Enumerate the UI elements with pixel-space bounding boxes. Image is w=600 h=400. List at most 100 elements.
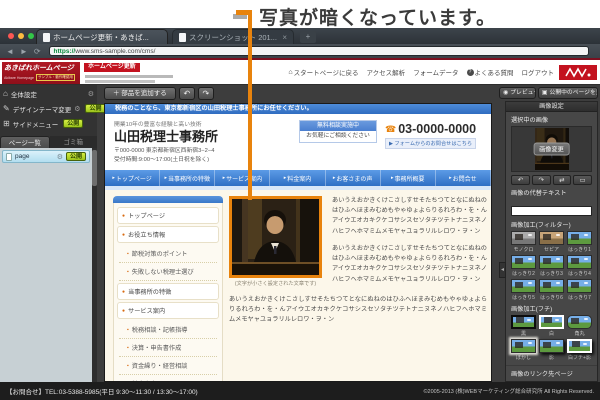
side-menu-item[interactable]: ● 当事務所の特徴 xyxy=(117,283,219,300)
sidebar-item[interactable]: ✎ デザインテーマ変更 ⚙ 公開 xyxy=(3,102,94,115)
side-menu-item-label: お役立ち情報 xyxy=(128,230,165,239)
url-text: www.sms-sample.com/cms/ xyxy=(75,48,155,55)
new-tab-button[interactable]: + xyxy=(300,31,316,43)
sidebar-item[interactable]: ⌂ 全体設定 ⚙ xyxy=(3,87,94,100)
dark-portrait-photo xyxy=(232,199,319,275)
filter-option[interactable]: モノクロ xyxy=(511,231,536,253)
forward-icon[interactable]: ► xyxy=(20,47,28,56)
sidebar-item[interactable]: ⊞ サイドメニュー 公開 xyxy=(3,117,94,130)
site-nav-item[interactable]: ▸ 事務所概要 xyxy=(381,170,436,186)
site-title: 山田税理士事務所 xyxy=(114,126,218,145)
site-nav-item[interactable]: ▸ サービス案内 xyxy=(215,170,270,186)
publish-button[interactable]: 公開 xyxy=(66,152,86,161)
side-menu-item[interactable]: ● トップページ xyxy=(117,207,219,224)
annotation-bar: 写真が暗くなっています。 xyxy=(0,0,600,28)
side-menu-item[interactable]: ▪ 失敗しない税理士選び xyxy=(119,263,217,281)
undo-icon[interactable]: ↶ xyxy=(179,87,195,100)
alt-text-label: 画像の代替テキスト xyxy=(511,188,592,197)
border-option[interactable]: 影 xyxy=(539,339,564,361)
browser-tab-active[interactable]: ホームページ更新・あきば... xyxy=(36,29,168,44)
photo-block[interactable]: (文字が小さく設定された文章です) xyxy=(229,196,326,287)
fit-screen-icon[interactable]: ▭ xyxy=(573,175,592,185)
header-menu-item[interactable]: ? よくある質問 xyxy=(467,67,514,77)
filter-option[interactable]: はっきり2 xyxy=(511,255,536,277)
view-published-button[interactable]: ▣ 公開中のページを見る xyxy=(538,87,598,99)
nav-item-label: お問合せ xyxy=(453,174,477,183)
side-menu-item[interactable]: ● サービス案内 xyxy=(117,302,219,319)
border-thumbnail xyxy=(511,339,536,353)
address-input[interactable]: https://www.sms-sample.com/cms/ xyxy=(49,46,589,56)
side-menu-item[interactable]: ▪ 料金案内 xyxy=(119,375,217,382)
editor-toolbar: ＋ 部品を追加する ↶ ↷ xyxy=(97,85,497,100)
nav-arrow-icon: ▸ xyxy=(333,175,336,181)
gear-icon[interactable]: ⚙ xyxy=(74,105,80,113)
alt-text-input[interactable] xyxy=(511,206,592,216)
filter-option[interactable]: セピア xyxy=(539,231,564,253)
filter-label: はっきり4 xyxy=(567,270,592,277)
menu-item-icon: ? xyxy=(467,69,474,76)
page-list-item-selected[interactable]: page ⚙ 公開 xyxy=(2,150,90,163)
filter-option[interactable]: はっきり6 xyxy=(539,279,564,301)
border-option[interactable]: ぼかし xyxy=(511,339,536,361)
site-nav-item[interactable]: ▸ 料金案内 xyxy=(270,170,325,186)
nav-arrow-icon: ▸ xyxy=(223,175,226,181)
flip-icon[interactable]: ⇄ xyxy=(553,175,572,185)
gear-icon[interactable]: ⚙ xyxy=(88,90,94,98)
filter-option[interactable]: はっきり3 xyxy=(539,255,564,277)
site-side-menu: ● トップページ ● お役立ち情報 ▪ 節税対策のポイント ▪ xyxy=(113,196,223,382)
panel-collapse-handle[interactable]: ◂ xyxy=(499,262,506,278)
border-option[interactable]: 黒 xyxy=(511,315,536,337)
header-menu-item[interactable]: ⌂ スタートページに戻る xyxy=(288,67,358,77)
header-menu-item[interactable]: ログアウト xyxy=(522,67,555,77)
rotate-right-icon[interactable]: ↷ xyxy=(532,175,551,185)
border-option[interactable]: 角丸 xyxy=(567,315,592,337)
nav-arrow-icon: ▸ xyxy=(112,175,115,181)
change-image-button[interactable]: 画像変更 xyxy=(533,143,570,156)
header-menu-item[interactable]: フォームデータ xyxy=(413,67,458,77)
selected-image-thumb: 画像変更 xyxy=(511,126,592,172)
header-menu-item[interactable]: アクセス解析 xyxy=(367,67,406,77)
close-window-icon[interactable] xyxy=(8,33,14,39)
border-option[interactable]: 白 xyxy=(539,315,564,337)
side-menu-item[interactable]: ▪ 資金繰り・経営相談 xyxy=(119,357,217,375)
site-hours: 受付時間:9:00〜17:00(土日祝を除く) xyxy=(114,154,209,163)
site-nav-item[interactable]: ▸ お客さまの声 xyxy=(326,170,381,186)
highlighted-dark-photo[interactable] xyxy=(229,196,322,278)
preview-button[interactable]: ◉ プレビュー xyxy=(499,87,536,99)
akibare-logo: あきばれホームページ Akibare Homepage サンプル・動作確認用 xyxy=(2,62,80,84)
form-inquiry-link[interactable]: ▶ フォームからのお問合せはこちら xyxy=(385,138,476,149)
border-section-label: 画像加工(フチ) xyxy=(511,304,592,313)
menu-item-icon: ⌂ xyxy=(288,69,292,76)
tab-close-icon[interactable]: × xyxy=(282,33,287,42)
site-nav-item[interactable]: ▸ トップページ xyxy=(105,170,160,186)
nav-arrow-icon: ▸ xyxy=(391,175,394,181)
side-menu-item[interactable]: ▪ 税務相談・記帳指導 xyxy=(119,321,217,339)
filter-label: はっきり1 xyxy=(567,246,592,253)
body-paragraph-wide: あいうえおかきくけこさしすせそたちつてとなにぬねのはひふへほまみむめもやゃゆょよ… xyxy=(229,295,487,326)
filter-thumbnail xyxy=(539,231,564,245)
filter-thumbnail xyxy=(511,279,536,293)
filter-option[interactable]: はっきり4 xyxy=(567,255,592,277)
sidebar-item-label: サイドメニュー xyxy=(13,119,59,129)
side-menu-item[interactable]: ▪ 節税対策のポイント xyxy=(119,245,217,263)
browser-tab-inactive[interactable]: スクリーンショット 201... × xyxy=(172,29,294,44)
filter-option[interactable]: はっきり1 xyxy=(567,231,592,253)
publish-button[interactable]: 公開 xyxy=(63,119,83,128)
minimize-window-icon[interactable] xyxy=(18,33,24,39)
reload-icon[interactable]: ⟳ xyxy=(34,47,41,56)
rotate-left-icon[interactable]: ↶ xyxy=(511,175,530,185)
site-nav-item[interactable]: ▸ お問合せ xyxy=(436,170,491,186)
window-controls[interactable] xyxy=(8,33,34,39)
gear-icon[interactable]: ⚙ xyxy=(57,153,63,161)
side-menu-item[interactable]: ▪ 決算・申告書作成 xyxy=(119,339,217,357)
zoom-window-icon[interactable] xyxy=(28,33,34,39)
add-part-button[interactable]: ＋ 部品を追加する xyxy=(104,87,176,100)
filter-option[interactable]: はっきり5 xyxy=(511,279,536,301)
redo-icon[interactable]: ↷ xyxy=(198,87,214,100)
side-menu-item[interactable]: ● お役立ち情報 xyxy=(117,226,219,243)
filter-thumbnail xyxy=(567,279,592,293)
back-icon[interactable]: ◄ xyxy=(6,47,14,56)
filter-option[interactable]: はっきり7 xyxy=(567,279,592,301)
site-nav-item[interactable]: ▸ 当事務所の特徴 xyxy=(160,170,215,186)
border-option[interactable]: 白フチ+影 xyxy=(567,339,592,361)
